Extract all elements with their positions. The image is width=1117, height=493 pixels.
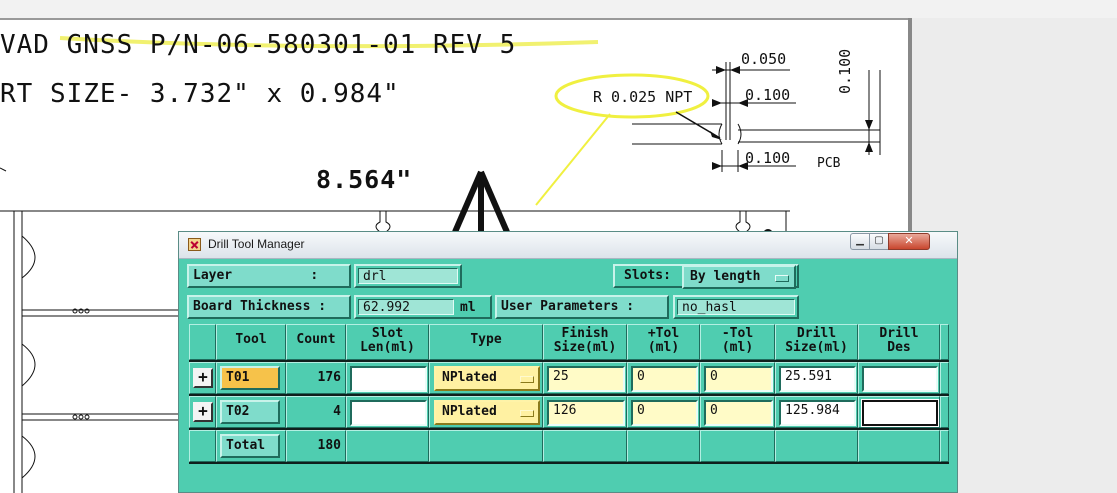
total-cell: Total [216, 430, 286, 462]
option-menu-indicator-icon [775, 275, 789, 282]
type-value: NPlated [442, 370, 497, 385]
total-row-corner [189, 430, 216, 462]
drill-size-input[interactable]: 125.984 [779, 400, 856, 426]
column-header-overflow [940, 324, 949, 360]
table-row: + [189, 396, 216, 428]
minus-tol-input[interactable]: 0 [704, 400, 773, 426]
dimension-100-bottom-text: 0.100 [745, 149, 791, 167]
column-header-drill-des: Drill Des [858, 324, 940, 360]
tool-cell: T02 [216, 396, 286, 428]
slots-value: By length [690, 269, 761, 284]
drill-des-cell [858, 362, 940, 394]
total-label: Total [220, 434, 280, 458]
column-header-plus-tol: +Tol (ml) [627, 324, 700, 360]
plus-tol-input[interactable]: 0 [631, 366, 698, 392]
column-header-drill-size: Drill Size(ml) [775, 324, 858, 360]
dimension-100-vertical-text: 0.100 [836, 48, 854, 94]
tool-button-t01[interactable]: T01 [220, 366, 280, 390]
finish-size-cell: 25 [543, 362, 627, 394]
count-cell: 4 [286, 396, 346, 428]
slot-len-input[interactable] [350, 366, 427, 392]
slot-len-cell [346, 396, 429, 428]
header-corner [189, 324, 216, 360]
layer-field[interactable]: drl [354, 264, 462, 288]
column-header-minus-tol: -Tol (ml) [700, 324, 775, 360]
tool-cell: T01 [216, 362, 286, 394]
drill-des-cell [858, 396, 940, 428]
minus-tol-cell: 0 [700, 362, 775, 394]
dialog-title: Drill Tool Manager [208, 237, 305, 251]
dimension-100-text: 0.100 [745, 86, 791, 104]
minimize-button[interactable]: ▁ [850, 233, 870, 250]
radius-callout-text: R 0.025 NPT [593, 88, 693, 106]
total-count: 180 [286, 430, 346, 462]
app-icon [188, 238, 201, 251]
maximize-button[interactable]: ▢ [869, 233, 889, 250]
total-empty [940, 430, 949, 462]
plus-tol-input[interactable]: 0 [631, 400, 698, 426]
dropdown-indicator-icon [520, 410, 534, 417]
drill-size-cell: 25.591 [775, 362, 858, 394]
type-value: NPlated [442, 404, 497, 419]
total-empty [429, 430, 543, 462]
column-header-tool: Tool [216, 324, 286, 360]
slots-option-menu[interactable]: By length [682, 265, 796, 289]
dimension-050-text: 0.050 [741, 50, 787, 68]
user-parameters-field[interactable]: no_hasl [673, 295, 799, 319]
column-header-finish-size: Finish Size(ml) [543, 324, 627, 360]
total-empty [775, 430, 858, 462]
total-empty [858, 430, 940, 462]
drawing-title-text: VAD GNSS P/N-06-580301-01 REV 5 [0, 30, 517, 60]
board-thickness-label: Board Thickness : [187, 295, 351, 319]
type-cell: NPlated [429, 396, 543, 428]
column-header-type: Type [429, 324, 543, 360]
plus-tol-cell: 0 [627, 396, 700, 428]
column-header-slot-len: Slot Len(ml) [346, 324, 429, 360]
expand-plus-icon[interactable]: + [193, 402, 213, 422]
total-empty [346, 430, 429, 462]
user-parameters-label: User Parameters : [495, 295, 669, 319]
drill-tool-table: Tool Count Slot Len(ml) Type Finish Size… [189, 324, 949, 464]
expand-plus-icon[interactable]: + [193, 368, 213, 388]
drawing-width-dimension: 8.564" [316, 165, 413, 194]
finish-size-input[interactable]: 25 [547, 366, 625, 392]
type-dropdown[interactable]: NPlated [434, 400, 540, 425]
drill-des-input[interactable] [862, 366, 938, 392]
close-button[interactable]: ✕ [888, 233, 930, 250]
type-cell: NPlated [429, 362, 543, 394]
total-empty [627, 430, 700, 462]
dropdown-indicator-icon [520, 376, 534, 383]
tool-button-t02[interactable]: T02 [220, 400, 280, 424]
drawing-size-text: RT SIZE- 3.732" x 0.984" [0, 79, 400, 109]
finish-size-input[interactable]: 126 [547, 400, 625, 426]
finish-size-cell: 126 [543, 396, 627, 428]
layer-input[interactable]: drl [358, 268, 458, 284]
drill-size-input[interactable]: 25.591 [779, 366, 856, 392]
board-thickness-input[interactable]: 62.992 [358, 299, 454, 315]
slot-len-cell [346, 362, 429, 394]
layer-label: Layer : [187, 264, 351, 288]
slot-len-input[interactable] [350, 400, 427, 426]
board-thickness-unit: ml [460, 300, 476, 315]
drill-size-cell: 125.984 [775, 396, 858, 428]
minus-tol-cell: 0 [700, 396, 775, 428]
user-parameters-input[interactable]: no_hasl [677, 299, 795, 315]
total-empty [543, 430, 627, 462]
dialog-titlebar[interactable]: Drill Tool Manager ▁ ▢ ✕ [179, 232, 957, 259]
plus-tol-cell: 0 [627, 362, 700, 394]
type-dropdown[interactable]: NPlated [434, 366, 540, 391]
table-row: + [189, 362, 216, 394]
pcb-label: PCB [817, 156, 841, 171]
row-overflow [940, 362, 949, 394]
count-cell: 176 [286, 362, 346, 394]
row-overflow [940, 396, 949, 428]
column-header-count: Count [286, 324, 346, 360]
board-thickness-field[interactable]: 62.992 ml [354, 295, 492, 319]
drill-des-input[interactable] [861, 399, 939, 427]
total-empty [700, 430, 775, 462]
drill-tool-manager-dialog: Drill Tool Manager ▁ ▢ ✕ Layer : drl Slo… [178, 231, 958, 493]
minus-tol-input[interactable]: 0 [704, 366, 773, 392]
slots-label: Slots: [624, 268, 671, 283]
